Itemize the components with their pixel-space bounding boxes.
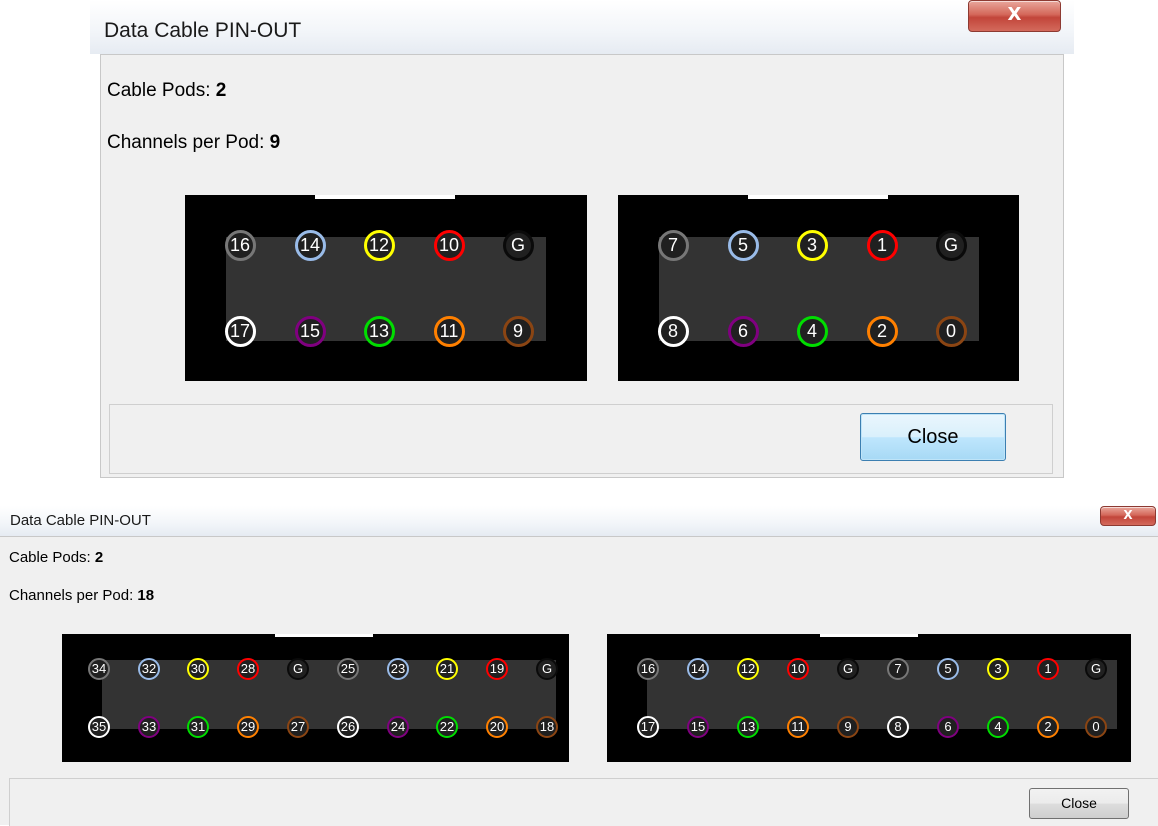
pin-32: 32 [138, 658, 160, 680]
button-panel: Close [109, 404, 1053, 474]
ground-pin: G [287, 658, 309, 680]
pin-0: 0 [935, 315, 967, 347]
pin-2: 2 [1037, 716, 1059, 738]
ground-pin: G [502, 229, 534, 261]
channels-per-pod-info: Channels per Pod: 18 [9, 587, 154, 604]
window-title: Data Cable PIN-OUT [10, 512, 151, 529]
pin-15: 15 [687, 716, 709, 738]
pin-21: 21 [436, 658, 458, 680]
dialog-body: Cable Pods: 2 Channels per Pod: 18 34 32 3… [0, 536, 1158, 826]
pod-key-bar [315, 195, 455, 199]
pin-29: 29 [237, 716, 259, 738]
pin-12: 12 [363, 229, 395, 261]
channels-per-pod-info: Channels per Pod: 9 [107, 132, 280, 154]
pin-10: 10 [787, 658, 809, 680]
pod-key-bar [275, 634, 373, 637]
pin-1: 1 [1037, 658, 1059, 680]
ground-pin: G [935, 229, 967, 261]
pin-27: 27 [287, 716, 309, 738]
pin-8: 8 [887, 716, 909, 738]
pin-35: 35 [88, 716, 110, 738]
button-panel: Close [9, 778, 1158, 826]
pin-25: 25 [337, 658, 359, 680]
channels-per-pod-value: 18 [137, 587, 155, 604]
channels-per-pod-value: 9 [269, 132, 281, 153]
pin-5: 5 [937, 658, 959, 680]
close-icon: X [1007, 4, 1022, 25]
cable-pods-label: Cable Pods: [107, 80, 211, 101]
pin-0: 0 [1085, 716, 1107, 738]
dialog-body: Cable Pods: 2 Channels per Pod: 9 16 14 12… [100, 54, 1064, 478]
cable-pod-right: 7 5 3 1 G 8 6 4 2 0 [618, 195, 1019, 381]
pin-7: 7 [657, 229, 689, 261]
pin-16: 16 [637, 658, 659, 680]
pin-8: 8 [657, 315, 689, 347]
pinout-dialog-large: Data Cable PIN-OUT X Cable Pods: 2 Chann… [0, 506, 1158, 826]
pin-12: 12 [737, 658, 759, 680]
window-close-button[interactable]: X [1100, 506, 1156, 526]
ground-pin: G [837, 658, 859, 680]
pin-17: 17 [637, 716, 659, 738]
pin-15: 15 [294, 315, 326, 347]
pin-16: 16 [224, 229, 256, 261]
cable-pods-label: Cable Pods: [9, 549, 91, 566]
pin-33: 33 [138, 716, 160, 738]
pin-10: 10 [433, 229, 465, 261]
pin-5: 5 [727, 229, 759, 261]
pin-6: 6 [937, 716, 959, 738]
ground-pin: G [536, 658, 558, 680]
cable-pods-value: 2 [94, 549, 104, 566]
pin-17: 17 [224, 315, 256, 347]
pin-20: 20 [486, 716, 508, 738]
pin-7: 7 [887, 658, 909, 680]
cable-pods-info: Cable Pods: 2 [9, 549, 103, 566]
cable-pod-left: 16 14 12 10 G 17 15 13 11 9 [185, 195, 587, 381]
pin-18: 18 [536, 716, 558, 738]
window-title: Data Cable PIN-OUT [104, 19, 302, 42]
pin-30: 30 [187, 658, 209, 680]
close-button[interactable]: Close [860, 413, 1006, 461]
pin-4: 4 [796, 315, 828, 347]
cable-pods-value: 2 [215, 80, 227, 101]
pin-26: 26 [337, 716, 359, 738]
pin-11: 11 [787, 716, 809, 738]
ground-pin: G [1085, 658, 1107, 680]
pin-13: 13 [363, 315, 395, 347]
pin-3: 3 [796, 229, 828, 261]
pod-key-bar [820, 634, 918, 637]
pin-24: 24 [387, 716, 409, 738]
pinout-dialog-small: Data Cable PIN-OUT X Cable Pods: 2 Chann… [90, 0, 1074, 488]
pin-1: 1 [866, 229, 898, 261]
cable-pod-left: 34 32 30 28 G 25 23 21 19 G 35 33 31 29 27 26 24 22 20 18 [62, 634, 569, 762]
pin-2: 2 [866, 315, 898, 347]
pin-14: 14 [687, 658, 709, 680]
pin-14: 14 [294, 229, 326, 261]
cable-pod-right: 16 14 12 10 G 7 5 3 1 G 17 15 13 11 9 8 6 4 2 0 [607, 634, 1131, 762]
pin-6: 6 [727, 315, 759, 347]
pin-19: 19 [486, 658, 508, 680]
close-button[interactable]: Close [1029, 788, 1129, 819]
title-bar[interactable]: Data Cable PIN-OUT X [0, 506, 1158, 536]
window-close-button[interactable]: X [968, 0, 1061, 32]
pod-key-bar [748, 195, 888, 199]
pin-23: 23 [387, 658, 409, 680]
channels-per-pod-label: Channels per Pod: [107, 132, 265, 153]
pin-34: 34 [88, 658, 110, 680]
pin-28: 28 [237, 658, 259, 680]
pin-4: 4 [987, 716, 1009, 738]
pin-9: 9 [837, 716, 859, 738]
cable-pods-info: Cable Pods: 2 [107, 80, 226, 102]
close-icon: X [1123, 508, 1133, 522]
pin-3: 3 [987, 658, 1009, 680]
pin-9: 9 [502, 315, 534, 347]
pin-31: 31 [187, 716, 209, 738]
pin-11: 11 [433, 315, 465, 347]
pin-13: 13 [737, 716, 759, 738]
pin-22: 22 [436, 716, 458, 738]
channels-per-pod-label: Channels per Pod: [9, 587, 134, 604]
title-bar[interactable]: Data Cable PIN-OUT X [90, 0, 1074, 54]
